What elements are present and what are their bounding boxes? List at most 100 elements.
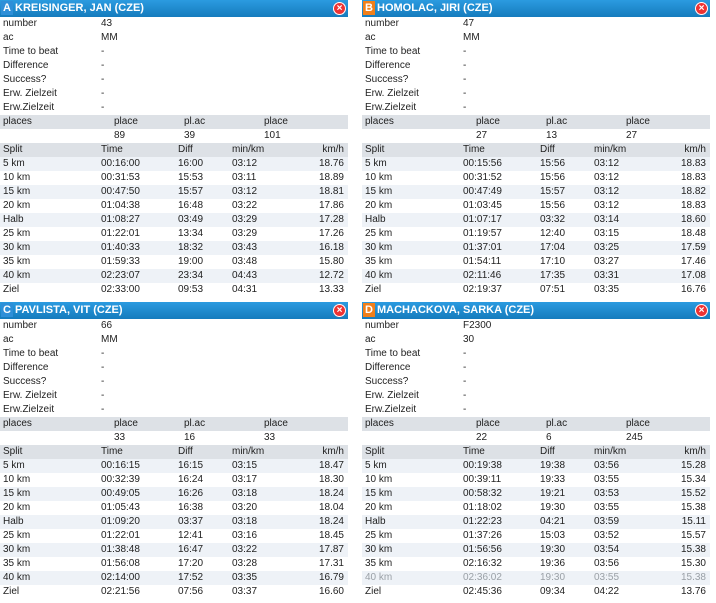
split-cell: 04:31 xyxy=(232,284,258,295)
split-cell: 01:56:56 xyxy=(463,544,502,555)
split-row: 35 km 01:59:33 19:00 03:48 15.80 xyxy=(0,255,348,269)
info-value: - xyxy=(463,46,467,57)
info-label: Time to beat xyxy=(365,348,421,359)
split-cell: 13.76 xyxy=(680,586,706,597)
places-header-row: places place pl.ac place xyxy=(362,115,710,129)
split-cell: 18.60 xyxy=(680,214,706,225)
close-icon[interactable]: × xyxy=(695,304,708,317)
split-row: Ziel 02:21:56 07:56 03:37 16.60 xyxy=(0,585,348,599)
info-value: - xyxy=(101,390,105,401)
split-cell: 04:43 xyxy=(232,270,258,281)
split-header: min/km xyxy=(232,446,265,457)
split-cell: 25 km xyxy=(365,228,393,239)
split-cell: 03:20 xyxy=(232,502,258,513)
split-cell: Ziel xyxy=(365,284,382,295)
split-cell: 15.38 xyxy=(680,502,706,513)
info-label: Erw.Zielzeit xyxy=(365,404,417,415)
places-header: place xyxy=(114,116,138,127)
split-cell: 07:51 xyxy=(540,284,566,295)
info-row: Success? - xyxy=(0,375,348,389)
info-row: number 47 xyxy=(362,17,710,31)
split-cell: 01:37:01 xyxy=(463,242,502,253)
places-value: 6 xyxy=(546,432,552,443)
places-value: 33 xyxy=(264,432,276,443)
close-icon[interactable]: × xyxy=(333,304,346,317)
split-cell: 02:33:00 xyxy=(101,284,140,295)
split-cell: 01:07:17 xyxy=(463,214,502,225)
split-cell: 30 km xyxy=(3,242,31,253)
panel-header: C PAVLISTA, VIT (CZE) × xyxy=(0,302,348,319)
split-cell: 03:55 xyxy=(594,502,620,513)
info-row: Success? - xyxy=(362,73,710,87)
split-header: km/h xyxy=(322,446,344,457)
split-cell: 17.26 xyxy=(318,228,344,239)
info-row: ac MM xyxy=(0,31,348,45)
split-cell: 18.45 xyxy=(318,530,344,541)
split-cell: Halb xyxy=(3,214,24,225)
split-cell: 03:54 xyxy=(594,544,620,555)
split-cell: 17.28 xyxy=(318,214,344,225)
split-cell: 18.47 xyxy=(318,460,344,471)
split-cell: 17:20 xyxy=(178,558,204,569)
split-cell: 30 km xyxy=(365,544,393,555)
split-cell: Ziel xyxy=(365,586,382,597)
split-cell: 03:29 xyxy=(232,214,258,225)
info-value: 47 xyxy=(463,18,475,29)
places-values-row: 27 13 27 xyxy=(362,129,710,143)
split-cell: 03:53 xyxy=(594,488,620,499)
split-row: Halb 01:07:17 03:32 03:14 18.60 xyxy=(362,213,710,227)
split-cell: 03:48 xyxy=(232,256,258,267)
runner-panel-d: D MACHACKOVA, SARKA (CZE) × number F2300 ac 30… xyxy=(362,302,710,599)
split-cell: 00:31:53 xyxy=(101,172,140,183)
split-row: Ziel 02:33:00 09:53 04:31 13.33 xyxy=(0,283,348,297)
split-cell: 03:35 xyxy=(232,572,258,583)
info-row: Erw. Zielzeit - xyxy=(0,389,348,403)
split-row: 5 km 00:19:38 19:38 03:56 15.28 xyxy=(362,459,710,473)
info-label: Success? xyxy=(365,376,409,387)
places-value: 33 xyxy=(114,432,126,443)
split-cell: 02:45:36 xyxy=(463,586,502,597)
split-cell: 03:12 xyxy=(594,186,620,197)
split-cell: 18.89 xyxy=(318,172,344,183)
split-cell: 01:19:57 xyxy=(463,228,502,239)
places-value: 39 xyxy=(184,130,196,141)
runner-name: MACHACKOVA, SARKA (CZE) xyxy=(377,304,535,316)
split-cell: 16.79 xyxy=(318,572,344,583)
info-label: ac xyxy=(3,334,14,345)
panel-letter-badge: B xyxy=(363,1,375,15)
split-cell: 15:57 xyxy=(540,186,566,197)
split-cell: 03:29 xyxy=(232,228,258,239)
split-cell: 03:28 xyxy=(232,558,258,569)
split-cell: 15:53 xyxy=(178,172,204,183)
split-header: min/km xyxy=(232,144,265,155)
split-cell: 03:35 xyxy=(594,284,620,295)
split-cell: 19:33 xyxy=(540,474,566,485)
runner-name: KREISINGER, JAN (CZE) xyxy=(15,2,144,14)
info-label: number xyxy=(3,320,37,331)
split-row: 15 km 00:47:50 15:57 03:12 18.81 xyxy=(0,185,348,199)
split-cell: Ziel xyxy=(3,284,20,295)
places-header: pl.ac xyxy=(546,116,568,127)
runner-name: PAVLISTA, VIT (CZE) xyxy=(15,304,123,316)
places-value: 27 xyxy=(476,130,488,141)
split-row: 20 km 01:03:45 15:56 03:12 18.83 xyxy=(362,199,710,213)
split-cell: 40 km xyxy=(365,270,393,281)
close-icon[interactable]: × xyxy=(695,2,708,15)
split-header: Diff xyxy=(540,446,555,457)
info-label: Difference xyxy=(3,362,49,373)
close-icon[interactable]: × xyxy=(333,2,346,15)
split-cell: 15:56 xyxy=(540,158,566,169)
info-value: - xyxy=(463,60,467,71)
split-cell: 03:14 xyxy=(594,214,620,225)
split-cell: 03:56 xyxy=(594,460,620,471)
split-row: 20 km 01:04:38 16:48 03:22 17.86 xyxy=(0,199,348,213)
split-cell: 17:52 xyxy=(178,572,204,583)
split-header: Time xyxy=(463,144,485,155)
split-cell: 18.81 xyxy=(318,186,344,197)
split-cell: 03:15 xyxy=(594,228,620,239)
split-cell: Halb xyxy=(365,516,386,527)
split-cell: 20 km xyxy=(3,200,31,211)
split-cell: 35 km xyxy=(3,558,31,569)
split-cell: 15.52 xyxy=(680,488,706,499)
split-cell: 17.31 xyxy=(318,558,344,569)
